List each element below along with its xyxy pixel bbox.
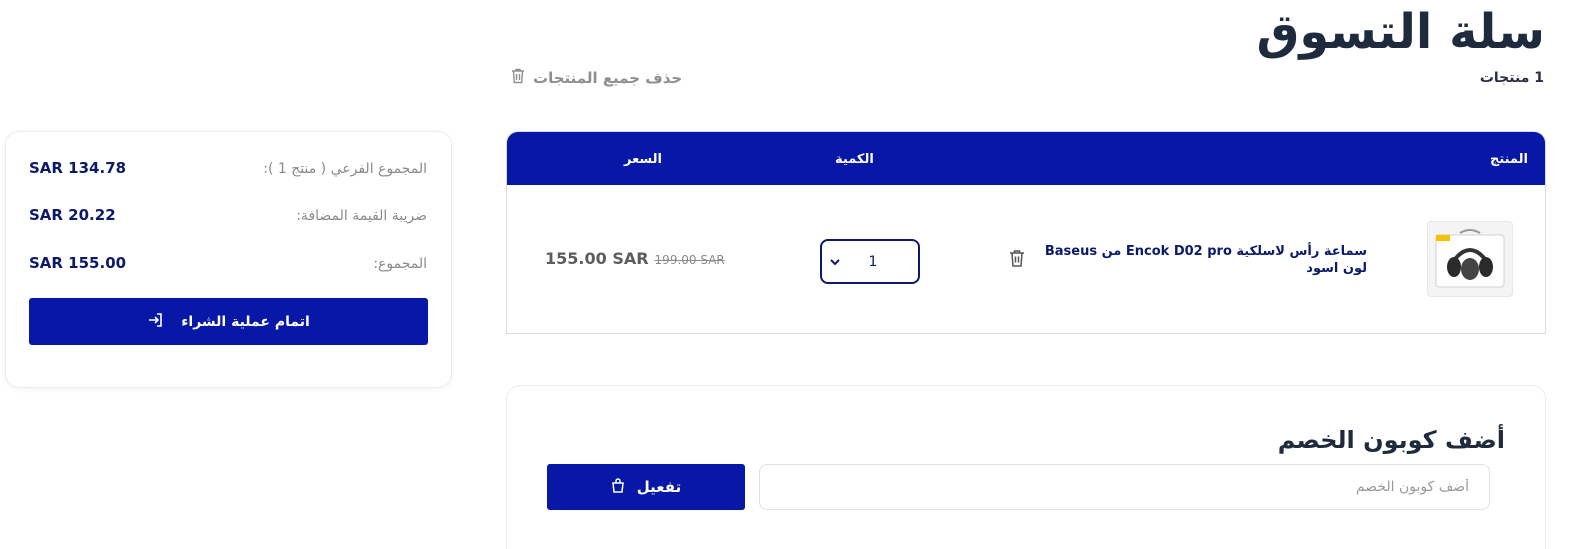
vat-row: ضريبة القيمة المضافة: SAR 20.22 [29,206,427,228]
chevron-down-icon [830,254,846,270]
vat-value: SAR 20.22 [29,206,116,224]
delete-all-label: حذف جميع المنتجات [533,69,683,87]
sign-in-arrow-icon [147,312,163,331]
trash-icon [511,68,525,88]
table-header: المنتج الكمية السعر [507,132,1545,185]
price-cell: 155.00 SAR 199.00 SAR [545,249,725,268]
table-row: سماعة رأس لاسلكية Encok D02 pro من Baseu… [507,185,1545,333]
delete-all-button[interactable]: حذف جميع المنتجات [511,68,682,88]
order-summary: المجموع الفرعي ( منتج 1 ): SAR 134.78 ضر… [5,131,452,388]
activate-label: تفعيل [636,478,682,496]
quantity-select[interactable]: 1 [820,239,920,284]
cart-table: المنتج الكمية السعر سماعة رأس لاسلكية En… [506,131,1546,334]
quantity-value: 1 [868,253,878,270]
headphones-icon [1435,229,1505,288]
subtotal-row: المجموع الفرعي ( منتج 1 ): SAR 134.78 [29,159,427,181]
column-header-quantity: الكمية [835,152,874,167]
column-header-product: المنتج [1489,152,1528,167]
coupon-title: أضف كوبون الخصم [1277,426,1505,454]
product-image[interactable] [1427,221,1513,297]
cart-page: سلة التسوق 1 منتجات حذف جميع المنتجات ال… [0,0,1582,549]
subtotal-value: SAR 134.78 [29,159,127,177]
checkout-button[interactable]: اتمام عملية الشراء [29,298,428,345]
original-price: 199.00 SAR [654,253,725,267]
subtotal-label: المجموع الفرعي ( منتج 1 ): [263,161,427,177]
coupon-section: أضف كوبون الخصم تفعيل [506,385,1546,549]
total-label: المجموع: [373,256,427,272]
bag-icon [611,477,625,497]
items-count: 1 منتجات [1479,70,1544,86]
total-value: SAR 155.00 [29,254,127,272]
activate-coupon-button[interactable]: تفعيل [547,464,745,510]
vat-label: ضريبة القيمة المضافة: [296,208,427,224]
trash-icon [1010,249,1024,267]
current-price: 155.00 SAR [545,249,649,268]
page-title: سلة التسوق [1256,4,1545,60]
total-row: المجموع: SAR 155.00 [29,254,427,276]
column-header-price: السعر [624,152,662,167]
product-name[interactable]: سماعة رأس لاسلكية Encok D02 pro من Baseu… [1037,243,1367,277]
checkout-label: اتمام عملية الشراء [181,313,310,330]
coupon-input[interactable] [759,464,1490,510]
remove-item-button[interactable] [1007,247,1027,269]
